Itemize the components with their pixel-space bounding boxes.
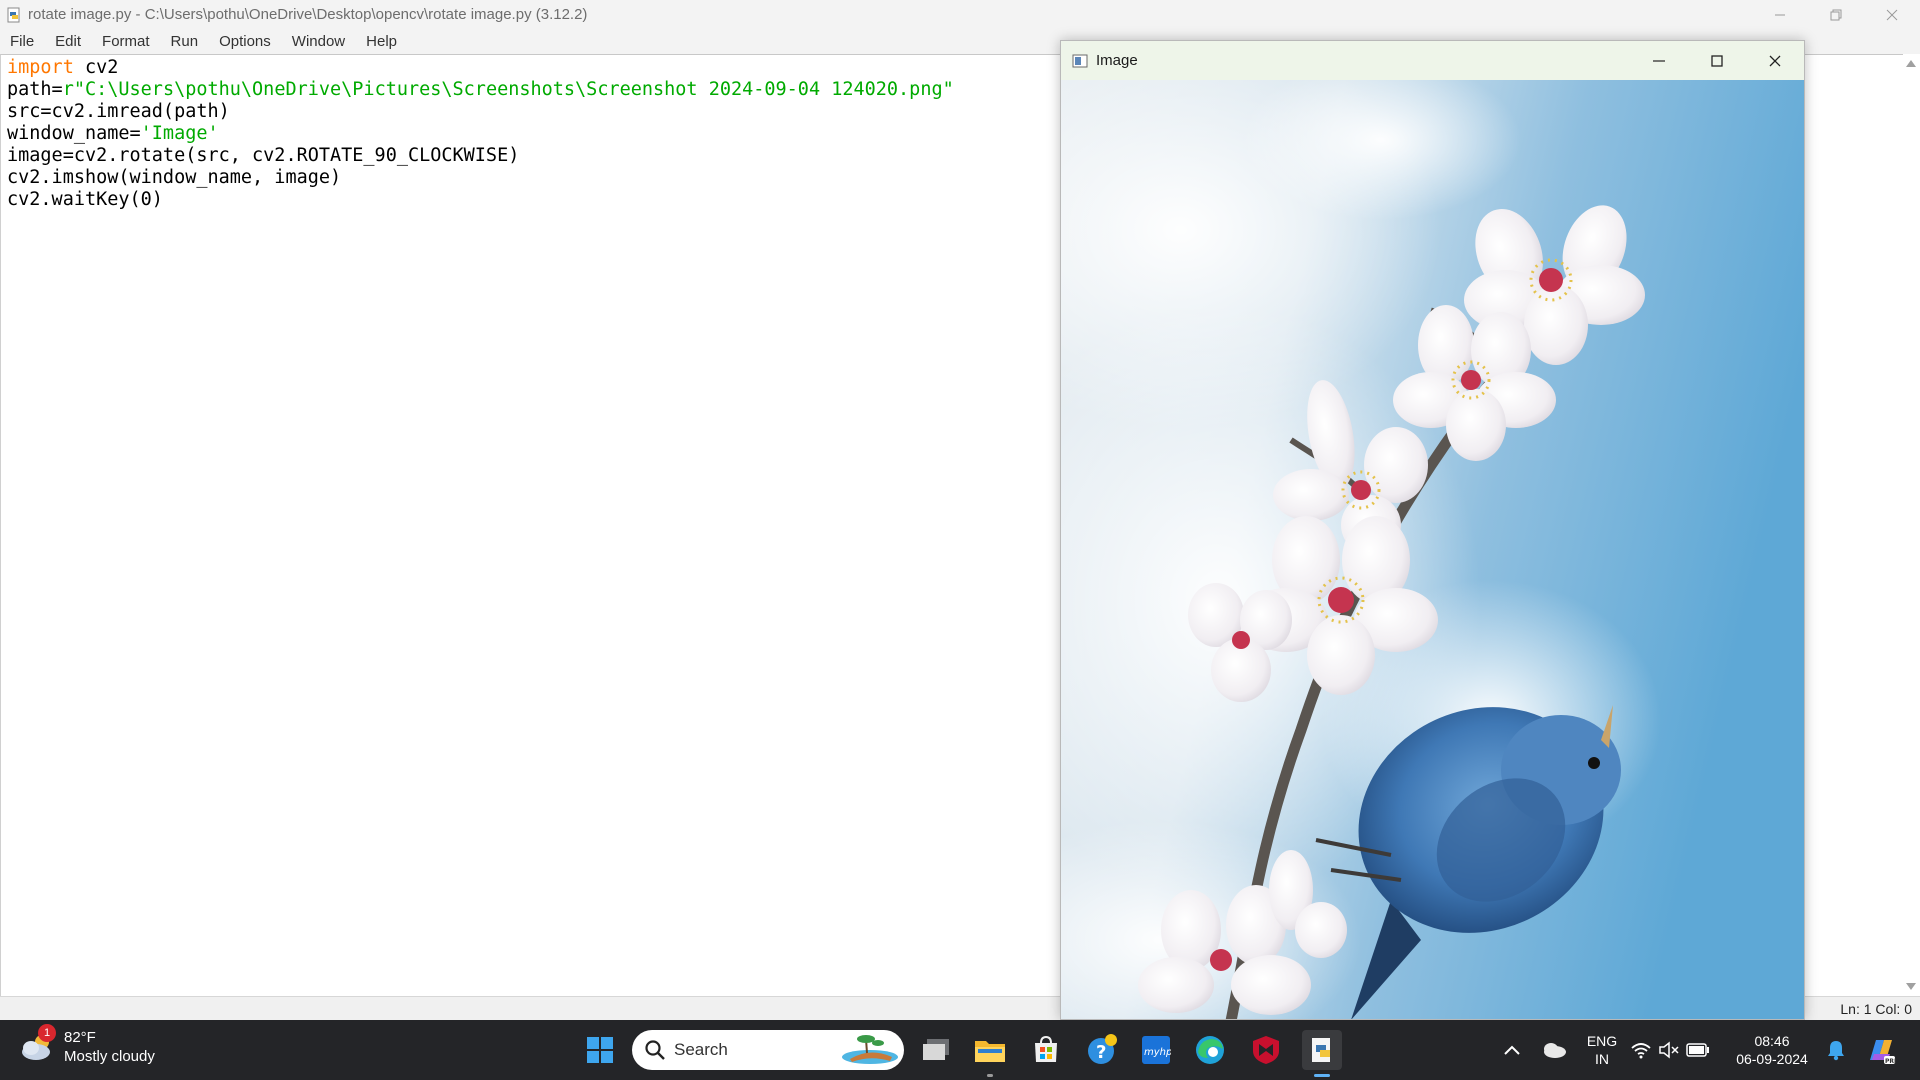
copilot-button[interactable]: PRE [1862,1032,1898,1068]
active-app-indicator [1314,1074,1330,1077]
clock-time: 08:46 [1754,1033,1790,1049]
code-line-2: path= [7,79,63,100]
code-line-1: cv2 [73,57,119,78]
battery-icon [1686,1043,1709,1057]
maximize-icon [1711,54,1723,67]
window-titlebar: rotate image.py - C:\Users\pothu\OneDriv… [0,0,1920,29]
task-view-icon [923,1039,949,1060]
temperature: 82°F [64,1029,96,1046]
minimize-button[interactable] [1752,0,1808,29]
restore-icon [1830,9,1842,20]
restore-button[interactable] [1808,0,1864,29]
bell-icon [1828,1041,1844,1061]
image-minimize-button[interactable] [1630,41,1688,80]
edge-icon [1196,1036,1224,1064]
scroll-down-icon[interactable] [1906,983,1916,990]
cursor-position: Ln: 1 Col: 0 [1840,1001,1912,1017]
minimize-icon [1775,14,1785,15]
help-icon: ? [1088,1034,1117,1064]
image-window[interactable]: Image [1060,40,1805,1020]
onedrive-button[interactable] [1536,1032,1572,1068]
code-line-6: cv2.imshow(window_name, image) [7,167,342,188]
windows-logo-icon [587,1037,613,1063]
menu-edit[interactable]: Edit [55,33,81,50]
mcafee-shield-icon [1253,1036,1279,1064]
speaker-muted-icon [1659,1041,1679,1059]
folder-icon [975,1041,1005,1062]
close-button[interactable] [1864,0,1920,29]
code-keyword: import [7,57,74,78]
idle-taskbar-button[interactable] [1302,1030,1342,1070]
open-app-indicator [987,1074,993,1077]
menu-help[interactable]: Help [366,33,397,50]
close-icon [1769,55,1781,66]
menu-file[interactable]: File [10,33,34,50]
vertical-scrollbar[interactable] [1903,54,1920,996]
language-indicator[interactable]: ENG IN [1580,1032,1624,1068]
code-line-3: src=cv2.imread(path) [7,101,230,122]
clock-date: 06-09-2024 [1736,1051,1808,1067]
file-explorer-button[interactable] [972,1032,1008,1068]
svg-text:PRE: PRE [1885,1058,1896,1065]
svg-text:myhp: myhp [1144,1047,1171,1058]
window-title: rotate image.py - C:\Users\pothu\OneDriv… [28,6,588,23]
search-icon [645,1040,665,1060]
code-text[interactable]: import cv2 path=r"C:\Users\pothu\OneDriv… [7,57,954,211]
taskbar-search[interactable]: Search [632,1030,904,1070]
code-line-7: cv2.waitKey(0) [7,189,163,210]
copilot-icon: PRE [1870,1040,1896,1065]
task-view-button[interactable] [918,1032,954,1068]
edge-browser-button[interactable] [1192,1032,1228,1068]
window-icon [1072,54,1088,67]
image-window-title: Image [1096,52,1138,69]
clock[interactable]: 08:46 06-09-2024 [1730,1032,1814,1068]
myhp-icon: myhp [1142,1036,1171,1064]
language-region: IN [1595,1051,1609,1067]
close-icon [1886,9,1898,20]
code-string: 'Image' [140,123,219,144]
get-help-button[interactable]: ? [1084,1032,1120,1068]
taskbar: 1 82°F Mostly cloudy Search ? myhp ENG I… [0,1020,1920,1080]
image-maximize-button[interactable] [1688,41,1746,80]
python-file-icon [7,7,20,22]
svg-text:?: ? [1096,1042,1106,1063]
system-status-group[interactable] [1630,1032,1710,1068]
weather-condition: Mostly cloudy [64,1048,155,1065]
wifi-icon [1631,1043,1651,1059]
store-icon [1035,1036,1057,1062]
code-line-5: image=cv2.rotate(src, cv2.ROTATE_90_CLOC… [7,145,520,166]
microsoft-store-button[interactable] [1028,1032,1064,1068]
python-idle-icon [1312,1038,1330,1062]
chevron-up-icon [1504,1045,1520,1055]
notifications-button[interactable] [1818,1032,1854,1068]
mcafee-button[interactable] [1248,1032,1284,1068]
rotated-image-bird-blossom [1061,80,1804,1019]
menu-format[interactable]: Format [102,33,150,50]
show-hidden-icons-button[interactable] [1494,1032,1530,1068]
search-placeholder: Search [674,1040,728,1059]
weather-widget[interactable]: 1 82°F Mostly cloudy [20,1024,155,1066]
menu-window[interactable]: Window [292,33,345,50]
myhp-button[interactable]: myhp [1138,1032,1174,1068]
minimize-icon [1653,59,1665,62]
menu-run[interactable]: Run [171,33,199,50]
language-code: ENG [1586,1033,1618,1049]
image-close-button[interactable] [1746,41,1804,80]
code-string: r"C:\Users\pothu\OneDrive\Pictures\Scree… [62,79,954,100]
onedrive-cloud-icon [1544,1043,1566,1058]
search-highlight-icon [842,1035,898,1064]
code-line-4: window_name= [7,123,141,144]
start-button[interactable] [582,1032,618,1068]
weather-alert-badge: 1 [38,1024,56,1042]
menu-options[interactable]: Options [219,33,271,50]
scroll-up-icon[interactable] [1906,60,1916,67]
